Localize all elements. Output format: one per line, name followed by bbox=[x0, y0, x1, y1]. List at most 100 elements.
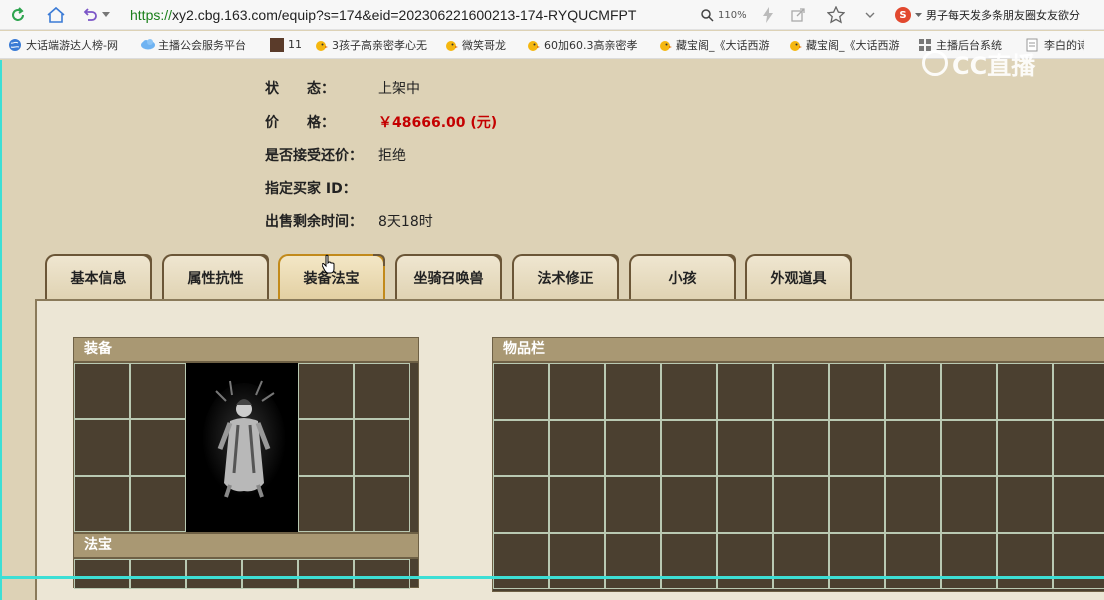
item-slot[interactable] bbox=[493, 532, 549, 589]
item-slot[interactable] bbox=[773, 363, 829, 420]
item-slot[interactable] bbox=[354, 363, 410, 420]
item-slot[interactable] bbox=[354, 559, 410, 589]
tab-child[interactable]: 小孩 bbox=[629, 254, 736, 299]
chick-icon bbox=[788, 38, 802, 52]
capture-frame-bottom bbox=[0, 576, 1104, 579]
bookmark-label: 藏宝阁_《大话西游 bbox=[676, 38, 770, 52]
item-slot[interactable] bbox=[941, 363, 997, 420]
item-slot[interactable] bbox=[298, 475, 354, 532]
item-slot[interactable] bbox=[549, 419, 605, 476]
item-slot[interactable] bbox=[298, 363, 354, 420]
cloud-icon bbox=[140, 38, 155, 52]
zoom-control[interactable]: 110% bbox=[700, 3, 747, 27]
item-slot[interactable] bbox=[298, 419, 354, 476]
item-slot[interactable] bbox=[605, 532, 661, 589]
hand-cursor-icon bbox=[322, 254, 335, 274]
item-slot[interactable] bbox=[74, 419, 130, 476]
home-icon[interactable] bbox=[44, 3, 68, 27]
item-slot[interactable] bbox=[605, 363, 661, 420]
watermark-logo-icon bbox=[922, 50, 948, 76]
item-slot[interactable] bbox=[885, 532, 941, 589]
bookmark-item[interactable]: 11 bbox=[262, 31, 306, 58]
item-slot[interactable] bbox=[829, 476, 885, 533]
star-icon[interactable] bbox=[824, 3, 848, 27]
item-slot[interactable] bbox=[717, 532, 773, 589]
item-slot[interactable] bbox=[717, 419, 773, 476]
item-slot[interactable] bbox=[885, 476, 941, 533]
item-slot[interactable] bbox=[354, 475, 410, 532]
chevron-down-icon[interactable] bbox=[100, 3, 112, 27]
item-slot[interactable] bbox=[829, 363, 885, 420]
section-title-inventory: 物品栏 bbox=[492, 337, 1104, 362]
item-slot[interactable] bbox=[997, 476, 1053, 533]
item-slot[interactable] bbox=[885, 419, 941, 476]
bookmark-item[interactable]: 主播公会服务平台 bbox=[132, 31, 262, 58]
bookmark-item[interactable]: 微笑哥龙 bbox=[436, 31, 518, 58]
item-slot[interactable] bbox=[493, 476, 549, 533]
item-slot[interactable] bbox=[354, 419, 410, 476]
zoom-icon bbox=[701, 9, 714, 22]
lightning-icon[interactable] bbox=[756, 3, 780, 27]
item-slot[interactable] bbox=[493, 363, 549, 420]
tab-attributes[interactable]: 属性抗性 bbox=[162, 254, 269, 299]
item-slot[interactable] bbox=[941, 419, 997, 476]
chevron-down-icon[interactable] bbox=[858, 3, 882, 27]
item-slot[interactable] bbox=[773, 532, 829, 589]
item-slot[interactable] bbox=[74, 363, 130, 420]
item-slot[interactable] bbox=[130, 475, 186, 532]
item-slot[interactable] bbox=[549, 363, 605, 420]
bookmark-item[interactable]: 3孩子高亲密孝心无 bbox=[306, 31, 436, 58]
item-slot[interactable] bbox=[997, 419, 1053, 476]
item-slot[interactable] bbox=[661, 363, 717, 420]
item-slot[interactable] bbox=[661, 419, 717, 476]
item-slot[interactable] bbox=[1053, 363, 1104, 420]
item-slot[interactable] bbox=[605, 419, 661, 476]
info-label: 指定买家 ID： bbox=[265, 181, 357, 197]
item-slot[interactable] bbox=[186, 559, 242, 589]
item-slot[interactable] bbox=[549, 532, 605, 589]
tab-mounts-pets[interactable]: 坐骑召唤兽 bbox=[395, 254, 502, 299]
bookmark-item[interactable]: 藏宝阁_《大话西游 bbox=[780, 31, 910, 58]
bookmark-item[interactable]: 藏宝阁_《大话西游 bbox=[650, 31, 780, 58]
item-slot[interactable] bbox=[941, 532, 997, 589]
item-slot[interactable] bbox=[74, 475, 130, 532]
item-slot[interactable] bbox=[493, 419, 549, 476]
item-slot[interactable] bbox=[661, 476, 717, 533]
tab-spell-correction[interactable]: 法术修正 bbox=[512, 254, 619, 299]
search-box[interactable]: S 男子每天发多条朋友圈女友欲分 bbox=[895, 3, 1104, 27]
bookmark-item[interactable]: 大话端游达人榜-网 bbox=[0, 31, 132, 58]
tab-basic-info[interactable]: 基本信息 bbox=[45, 254, 152, 299]
bookmark-label: 3孩子高亲密孝心无 bbox=[332, 38, 427, 52]
item-slot[interactable] bbox=[74, 559, 130, 589]
item-slot[interactable] bbox=[773, 419, 829, 476]
item-slot[interactable] bbox=[717, 476, 773, 533]
item-slot[interactable] bbox=[130, 363, 186, 420]
item-slot[interactable] bbox=[1053, 476, 1104, 533]
item-slot[interactable] bbox=[997, 363, 1053, 420]
refresh-icon[interactable] bbox=[6, 3, 30, 27]
item-slot[interactable] bbox=[829, 532, 885, 589]
info-value: 8天18时 bbox=[378, 214, 433, 230]
address-bar[interactable]: https://xy2.cbg.163.com/equip?s=174&eid=… bbox=[130, 3, 690, 27]
item-slot[interactable] bbox=[605, 476, 661, 533]
item-slot[interactable] bbox=[829, 419, 885, 476]
item-slot[interactable] bbox=[885, 363, 941, 420]
item-slot[interactable] bbox=[1053, 532, 1104, 589]
item-slot[interactable] bbox=[130, 559, 186, 589]
item-slot[interactable] bbox=[298, 559, 354, 589]
item-slot[interactable] bbox=[661, 532, 717, 589]
item-slot[interactable] bbox=[1053, 419, 1104, 476]
undo-icon[interactable] bbox=[78, 3, 102, 27]
bookmark-item[interactable]: 60加60.3高亲密孝 bbox=[518, 31, 650, 58]
item-slot[interactable] bbox=[717, 363, 773, 420]
item-slot[interactable] bbox=[997, 532, 1053, 589]
tab-appearance[interactable]: 外观道具 bbox=[745, 254, 852, 299]
item-slot[interactable] bbox=[941, 476, 997, 533]
item-slot[interactable] bbox=[130, 419, 186, 476]
share-icon[interactable] bbox=[786, 3, 810, 27]
item-slot[interactable] bbox=[549, 476, 605, 533]
watermark: CC直播 bbox=[922, 48, 1072, 80]
item-slot[interactable] bbox=[773, 476, 829, 533]
info-label: 价 格： bbox=[265, 115, 335, 131]
item-slot[interactable] bbox=[242, 559, 298, 589]
